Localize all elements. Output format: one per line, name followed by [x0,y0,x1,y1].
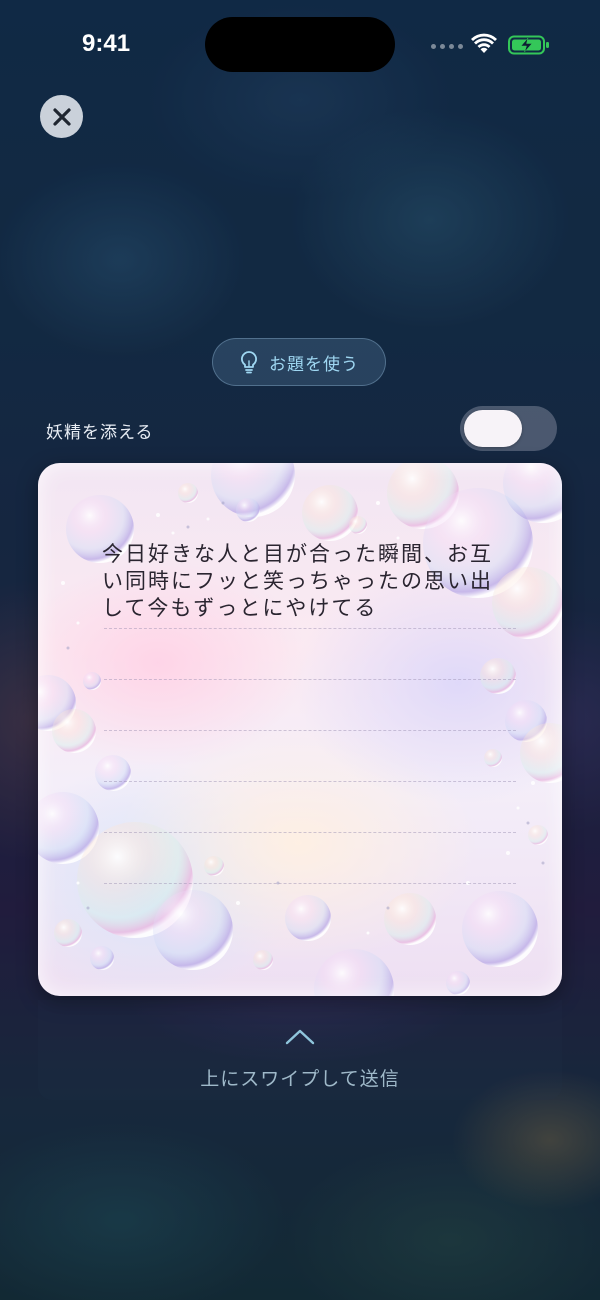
wifi-icon [471,33,497,53]
use-prompt-button[interactable]: お題を使う [212,338,386,386]
close-button[interactable] [40,95,83,138]
dynamic-island [205,17,395,72]
add-fairy-label: 妖精を添える [46,423,154,443]
letter-text[interactable]: 今日好きな人と目が合った瞬間、お互い同時にフッと笑っちゃったの思い出して今もずっ… [102,541,502,622]
ruled-line [104,730,516,731]
ruled-line [104,781,516,782]
close-icon [52,107,71,126]
lightbulb-icon [241,351,257,374]
toggle-knob [464,410,522,447]
chevron-up-icon [285,1029,315,1045]
add-fairy-toggle[interactable] [460,406,557,451]
battery-charging-icon [508,35,549,55]
status-time: 9:41 [82,30,131,57]
ruled-line [104,679,516,680]
ruled-line [104,628,516,629]
cellular-signal-icon [431,44,463,49]
letter-card[interactable]: 今日好きな人と目が合った瞬間、お互い同時にフッと笑っちゃったの思い出して今もずっ… [38,463,562,996]
ruled-line [104,832,516,833]
ruled-line [104,883,516,884]
use-prompt-label: お題を使う [269,354,359,375]
swipe-to-send-label: 上にスワイプして送信 [200,1068,400,1090]
status-bar: 9:41 [0,0,600,90]
